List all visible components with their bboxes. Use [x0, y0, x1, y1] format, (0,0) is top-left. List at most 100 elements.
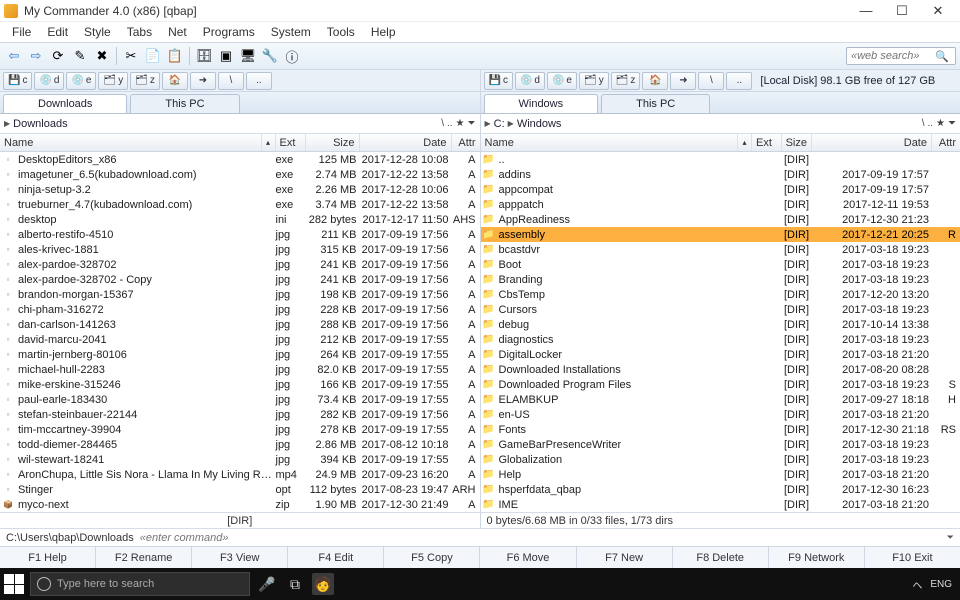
- fkey-f8[interactable]: F8 Delete: [673, 547, 769, 568]
- table-row[interactable]: ▫dan-carlson-141263jpg288 KB2017-09-19 1…: [0, 317, 480, 332]
- paste-icon[interactable]: 📋: [165, 46, 185, 66]
- table-row[interactable]: 📁..[DIR]: [481, 152, 960, 167]
- start-button[interactable]: [4, 574, 24, 594]
- table-row[interactable]: 📁AppReadiness[DIR]2017-12-30 21:23: [481, 212, 960, 227]
- col-date[interactable]: Date: [812, 134, 932, 151]
- table-row[interactable]: 📁CbsTemp[DIR]2017-12-20 13:20: [481, 287, 960, 302]
- table-row[interactable]: 📁apppatch[DIR]2017-12-11 19:53: [481, 197, 960, 212]
- fkey-f7[interactable]: F7 New: [577, 547, 673, 568]
- table-row[interactable]: 📁Downloaded Program Files[DIR]2017-03-18…: [481, 377, 960, 392]
- col-sort-icon[interactable]: ▴: [738, 134, 752, 151]
- close-button[interactable]: ✕: [920, 1, 956, 21]
- taskview-icon[interactable]: ⧉: [284, 573, 306, 595]
- table-row[interactable]: 📁Cursors[DIR]2017-03-18 19:23: [481, 302, 960, 317]
- left-rows[interactable]: ▫DesktopEditors_x86exe125 MB2017-12-28 1…: [0, 152, 480, 512]
- col-attr[interactable]: Attr: [932, 134, 960, 151]
- tab-windows[interactable]: Windows: [484, 94, 599, 113]
- table-row[interactable]: ▫Stingeropt112 bytes2017-08-23 19:47ARH: [0, 482, 480, 497]
- search-icon[interactable]: 🔍: [935, 50, 952, 63]
- drive-root[interactable]: \: [218, 72, 244, 90]
- nav-back-icon[interactable]: ⇦: [4, 46, 24, 66]
- right-rows[interactable]: 📁..[DIR]📁addins[DIR]2017-09-19 17:57📁app…: [481, 152, 960, 512]
- tools-icon[interactable]: 🔧: [260, 46, 280, 66]
- table-row[interactable]: ▫imagetuner_6.5(kubadownload.com)exe2.74…: [0, 167, 480, 182]
- col-date[interactable]: Date: [360, 134, 452, 151]
- table-row[interactable]: ▫michael-hull-2283jpg82.0 KB2017-09-19 1…: [0, 362, 480, 377]
- monitor-icon[interactable]: 🖥: [238, 46, 258, 66]
- drive-c[interactable]: 💾c: [3, 72, 32, 90]
- menu-system[interactable]: System: [263, 23, 319, 41]
- drive-c[interactable]: 💾c: [484, 72, 513, 90]
- right-path-win[interactable]: Windows: [517, 118, 562, 130]
- nav-forward-icon[interactable]: ⇨: [26, 46, 46, 66]
- drive-root[interactable]: \: [698, 72, 724, 90]
- fkey-f9[interactable]: F9 Network: [769, 547, 865, 568]
- col-sort-icon[interactable]: ▴: [262, 134, 276, 151]
- table-row[interactable]: 📁appcompat[DIR]2017-09-19 17:57: [481, 182, 960, 197]
- table-row[interactable]: 📁hsperfdata_qbap[DIR]2017-12-30 16:23: [481, 482, 960, 497]
- drive-up[interactable]: ..: [726, 72, 752, 90]
- drive-z[interactable]: 🗂z: [130, 72, 160, 90]
- drive-d[interactable]: 💿d: [34, 72, 64, 90]
- fkey-f1[interactable]: F1 Help: [0, 547, 96, 568]
- path-hist-icon[interactable]: ⏷: [948, 118, 956, 129]
- col-ext[interactable]: Ext: [752, 134, 782, 151]
- tab-this-pc[interactable]: This PC: [130, 94, 239, 113]
- table-row[interactable]: ▫martin-jernberg-80106jpg264 KB2017-09-1…: [0, 347, 480, 362]
- table-row[interactable]: 📁debug[DIR]2017-10-14 13:38: [481, 317, 960, 332]
- table-row[interactable]: 📁Fonts[DIR]2017-12-30 21:18RS: [481, 422, 960, 437]
- drive-y[interactable]: 🗂y: [579, 72, 609, 90]
- table-row[interactable]: ▫desktopini282 bytes2017-12-17 11:50AHS: [0, 212, 480, 227]
- table-row[interactable]: 📁addins[DIR]2017-09-19 17:57: [481, 167, 960, 182]
- table-row[interactable]: 📁bcastdvr[DIR]2017-03-18 19:23: [481, 242, 960, 257]
- taskbar-mic-icon[interactable]: 🎤: [256, 573, 278, 595]
- path-fav-icon[interactable]: ★: [936, 118, 945, 129]
- fkey-f2[interactable]: F2 Rename: [96, 547, 192, 568]
- drive-d[interactable]: 💿d: [515, 72, 545, 90]
- archive-icon[interactable]: 🗄: [194, 46, 214, 66]
- menu-programs[interactable]: Programs: [195, 23, 263, 41]
- col-name[interactable]: Name: [0, 134, 262, 151]
- table-row[interactable]: 📁GameBarPresenceWriter[DIR]2017-03-18 19…: [481, 437, 960, 452]
- tab-downloads[interactable]: Downloads: [3, 94, 127, 113]
- web-search-input[interactable]: [847, 50, 935, 62]
- drive-home[interactable]: 🏠: [642, 72, 668, 90]
- path-up-icon[interactable]: ..: [927, 118, 933, 129]
- table-row[interactable]: 📁Downloaded Installations[DIR]2017-08-20…: [481, 362, 960, 377]
- col-ext[interactable]: Ext: [276, 134, 306, 151]
- fkey-f5[interactable]: F5 Copy: [384, 547, 480, 568]
- taskbar-search[interactable]: Type here to search: [30, 572, 250, 596]
- web-search-box[interactable]: 🔍: [846, 47, 956, 65]
- left-path[interactable]: Downloads: [13, 118, 67, 130]
- drive-up[interactable]: ..: [246, 72, 272, 90]
- table-row[interactable]: 📁Branding[DIR]2017-03-18 19:23: [481, 272, 960, 287]
- path-hist-icon[interactable]: ⏷: [468, 118, 476, 129]
- copy-icon[interactable]: 📄: [143, 46, 163, 66]
- crumb-arrow-icon[interactable]: ▶: [508, 119, 514, 128]
- refresh-icon[interactable]: ⟳: [48, 46, 68, 66]
- delete-icon[interactable]: ✖: [92, 46, 112, 66]
- crumb-arrow-icon[interactable]: ▶: [485, 119, 491, 128]
- path-root-icon[interactable]: \: [922, 118, 925, 129]
- table-row[interactable]: ▫alberto-restifo-4510jpg211 KB2017-09-19…: [0, 227, 480, 242]
- table-row[interactable]: 📁IME[DIR]2017-03-18 21:20: [481, 497, 960, 512]
- table-row[interactable]: ▫paul-earle-183430jpg73.4 KB2017-09-19 1…: [0, 392, 480, 407]
- crumb-arrow-icon[interactable]: ▶: [4, 119, 10, 128]
- table-row[interactable]: ▫stefan-steinbauer-22144jpg282 KB2017-09…: [0, 407, 480, 422]
- table-row[interactable]: ▫DesktopEditors_x86exe125 MB2017-12-28 1…: [0, 152, 480, 167]
- drive-e[interactable]: 💿e: [66, 72, 96, 90]
- table-row[interactable]: ▫todd-diemer-284465jpg2.86 MB2017-08-12 …: [0, 437, 480, 452]
- table-row[interactable]: 📁ELAMBKUP[DIR]2017-09-27 18:18H: [481, 392, 960, 407]
- minimize-button[interactable]: —: [848, 1, 884, 21]
- col-size[interactable]: Size: [782, 134, 812, 151]
- drive-y[interactable]: 🗂y: [98, 72, 128, 90]
- drive-home[interactable]: 🏠: [162, 72, 188, 90]
- path-fav-icon[interactable]: ★: [456, 118, 465, 129]
- drive-fav[interactable]: ➜: [670, 72, 696, 90]
- table-row[interactable]: ▫ales-krivec-1881jpg315 KB2017-09-19 17:…: [0, 242, 480, 257]
- left-pathbar[interactable]: ▶ Downloads \ .. ★ ⏷: [0, 114, 480, 134]
- table-row[interactable]: 📦myco-nextzip1.90 MB2017-12-30 21:49A: [0, 497, 480, 512]
- path-root-icon[interactable]: \: [441, 118, 444, 129]
- fkey-f4[interactable]: F4 Edit: [288, 547, 384, 568]
- tray-chevron-icon[interactable]: ヘ: [912, 577, 922, 592]
